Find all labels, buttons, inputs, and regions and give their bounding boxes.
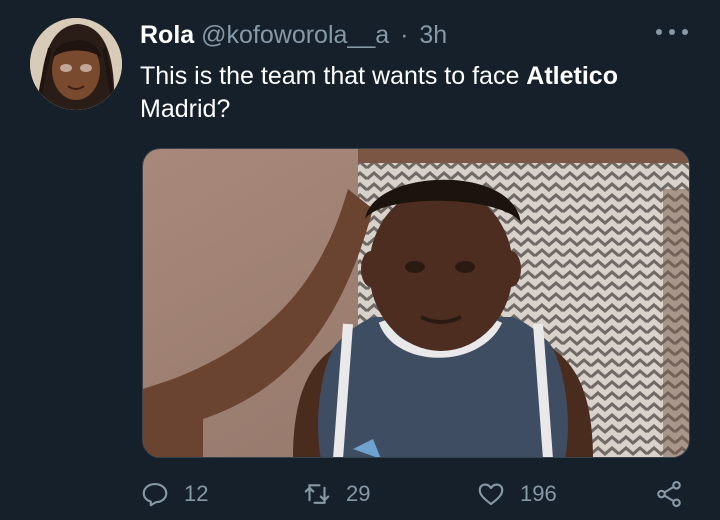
heart-icon — [478, 483, 504, 506]
more-dot — [682, 29, 688, 35]
share-icon — [657, 480, 681, 508]
tweet-text-part: Madrid? — [140, 95, 231, 123]
share-button[interactable] — [654, 476, 698, 512]
retweet-icon — [304, 484, 330, 504]
more-dot — [656, 29, 662, 35]
reply-icon — [142, 482, 168, 507]
retweet-count: 29 — [346, 481, 371, 506]
author-name[interactable]: Rola — [140, 21, 194, 49]
author-avatar[interactable] — [30, 18, 122, 110]
media-photo — [143, 149, 689, 457]
tweet-text-part: This is the team that wants to face — [140, 62, 527, 90]
more-horizontal-icon[interactable] — [656, 26, 688, 38]
more-dot — [669, 29, 675, 35]
retweet-button[interactable]: 29 — [302, 476, 370, 512]
header-separator: · — [400, 21, 409, 49]
tweet-media-image[interactable] — [142, 148, 690, 458]
like-count: 196 — [520, 481, 557, 506]
tweet-header: Rola @kofoworola__a · 3h — [140, 20, 447, 50]
like-button[interactable]: 196 — [476, 476, 557, 512]
reply-count: 12 — [184, 481, 209, 506]
tweet-text: This is the team that wants to face Atle… — [140, 60, 700, 126]
avatar-image — [30, 18, 122, 110]
tweet-timestamp[interactable]: 3h — [419, 21, 447, 49]
reply-button[interactable]: 12 — [140, 476, 208, 512]
author-handle[interactable]: @kofoworola__a — [201, 21, 389, 49]
tweet-actions: 12 29 196 — [140, 476, 700, 512]
tweet-text-bold: Atletico — [526, 62, 618, 90]
